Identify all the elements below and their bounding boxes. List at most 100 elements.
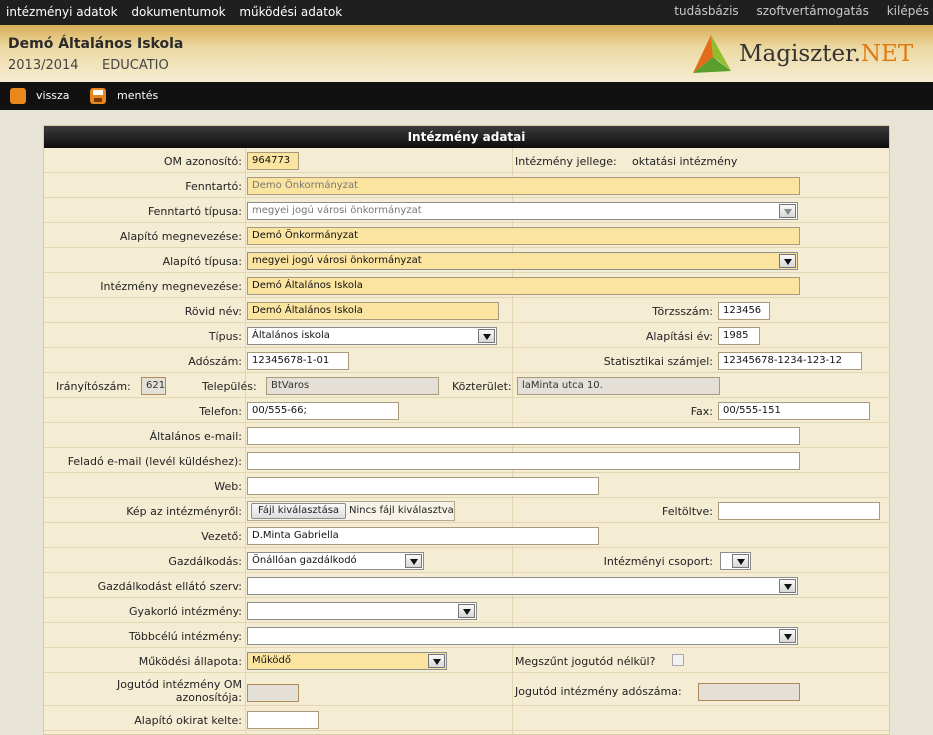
chevron-down-icon[interactable]	[428, 654, 445, 668]
okirat-input[interactable]	[247, 711, 319, 729]
mukodesi-select[interactable]: Működő	[247, 652, 447, 670]
jogutod-ado-input[interactable]	[698, 683, 800, 701]
megszunt-checkbox[interactable]	[672, 654, 684, 666]
nav-intezmenyi-adatok[interactable]: intézményi adatok	[6, 5, 118, 19]
row-fenntarto: Fenntartó: Demo Önkormányzat	[44, 173, 889, 198]
nav-tudasbazis[interactable]: tudásbázis	[674, 4, 738, 18]
intezmeny-nev-label: Intézmény megnevezése:	[100, 280, 242, 293]
irsz-label: Irányítószám:	[56, 380, 131, 393]
nav-dokumentumok[interactable]: dokumentumok	[131, 5, 225, 19]
alapito-input[interactable]: Demó Önkormányzat	[247, 227, 800, 245]
jogutod-ado-label: Jogutód intézmény adószáma:	[515, 685, 682, 698]
chevron-down-icon[interactable]	[405, 554, 422, 568]
jelleg-value: oktatási intézmény	[632, 155, 738, 168]
chevron-down-icon[interactable]	[458, 604, 475, 618]
row-alapito-tipus: Alapító típusa: megyei jogú városi önkor…	[44, 248, 889, 273]
file-choose-button[interactable]: Fájl kiválasztása	[251, 503, 347, 519]
web-input[interactable]	[247, 477, 599, 495]
file-upload: Fájl kiválasztása Nincs fájl kiválasztva	[247, 501, 455, 521]
kozterulet-input[interactable]: laMinta utca 10.	[517, 377, 720, 395]
save-icon[interactable]	[90, 88, 106, 104]
adoszam-label: Adószám:	[188, 355, 242, 368]
tobbcelu-label: Többcélú intézmény:	[128, 630, 242, 643]
torzsszam-label: Törzsszám:	[652, 305, 713, 318]
feltoltve-input[interactable]	[718, 502, 880, 520]
chevron-down-icon[interactable]	[732, 554, 749, 568]
tipus-select[interactable]: Általános iskola	[247, 327, 497, 345]
intezmeny-nev-input[interactable]: Demó Általános Iskola	[247, 277, 800, 295]
school-name: Demó Általános Iskola	[8, 36, 184, 52]
email-input[interactable]	[247, 427, 800, 445]
row-adoszam: Adószám: 12345678-1-01 Statisztikai szám…	[44, 348, 889, 373]
chevron-down-icon[interactable]	[779, 579, 796, 593]
chevron-down-icon[interactable]	[779, 254, 796, 268]
magiszter-logo: Magiszter.NET	[687, 31, 927, 77]
vezeto-input[interactable]: D.Minta Gabriella	[247, 527, 599, 545]
gazdalkodas-label: Gazdálkodás:	[168, 555, 242, 568]
om-label: OM azonosító:	[163, 155, 242, 168]
fenntarto-label: Fenntartó:	[185, 180, 242, 193]
back-button[interactable]: vissza	[36, 89, 70, 102]
alapitasi-ev-label: Alapítási év:	[645, 330, 713, 343]
tipus-label: Típus:	[208, 330, 242, 343]
fax-label: Fax:	[690, 405, 713, 418]
row-jogutod: Jogutód intézmény OM azonosítója: Jogutód…	[44, 673, 889, 706]
jogutod-om-label: Jogutód intézmény OM azonosítója:	[117, 678, 242, 704]
alapitasi-ev-input[interactable]: 1985	[718, 327, 760, 345]
chevron-down-icon[interactable]	[478, 329, 495, 343]
telepules-input[interactable]: BtVaros	[266, 377, 439, 395]
toolbar: vissza mentés	[0, 82, 933, 110]
fenntarto-input[interactable]: Demo Önkormányzat	[247, 177, 800, 195]
felado-email-input[interactable]	[247, 452, 800, 470]
gyakorlo-label: Gyakorló intézmény:	[128, 605, 242, 618]
gazd-szerv-label: Gazdálkodást ellátó szerv:	[97, 580, 242, 593]
gazd-szerv-select[interactable]	[247, 577, 798, 595]
top-nav: intézményi adatok dokumentumok működési …	[0, 0, 933, 25]
fax-input[interactable]: 00/555-151	[718, 402, 870, 420]
adoszam-input[interactable]: 12345678-1-01	[247, 352, 349, 370]
mukodesi-label: Működési állapota:	[138, 655, 242, 668]
row-gazd-szerv: Gazdálkodást ellátó szerv:	[44, 573, 889, 598]
stat-label: Statisztikai számjel:	[603, 355, 713, 368]
nav-kilepes[interactable]: kilépés	[887, 4, 929, 18]
telefon-input[interactable]: 00/555-66;	[247, 402, 399, 420]
back-icon[interactable]	[10, 88, 26, 104]
gazdalkodas-select[interactable]: Önállóan gazdálkodó	[247, 552, 424, 570]
fenntarto-tipus-label: Fenntartó típusa:	[147, 205, 242, 218]
logo-triangle-icon	[693, 35, 731, 73]
row-telefon: Telefon: 00/555-66; Fax: 00/555-151	[44, 398, 889, 423]
row-fenntarto-tipus: Fenntartó típusa: megyei jogú városi önk…	[44, 198, 889, 223]
chevron-down-icon[interactable]	[779, 204, 796, 218]
fenntarto-tipus-select[interactable]: megyei jogú városi önkormányzat	[247, 202, 798, 220]
row-email: Általános e-mail:	[44, 423, 889, 448]
row-tipus: Típus: Általános iskola Alapítási év: 19…	[44, 323, 889, 348]
header: Demó Általános Iskola 2013/2014 EDUCATIO…	[0, 25, 933, 82]
panel-title: Intézmény adatai	[44, 126, 889, 148]
organization-name: EDUCATIO	[102, 58, 169, 73]
megszunt-label: Megszűnt jogutód nélkül?	[515, 655, 656, 668]
tobbcelu-select[interactable]	[247, 627, 798, 645]
jelleg-label: Intézmény jellege:	[515, 155, 617, 168]
om-input[interactable]: 964773	[247, 152, 299, 170]
csoport-select[interactable]	[720, 552, 751, 570]
row-gazdalkodas: Gazdálkodás: Önállóan gazdálkodó Intézmé…	[44, 548, 889, 573]
row-tobbcelu: Többcélú intézmény:	[44, 623, 889, 648]
kozterulet-label: Közterület:	[452, 380, 512, 393]
row-om: OM azonosító: 964773 Intézmény jellege: …	[44, 148, 889, 173]
school-year: 2013/2014	[8, 58, 79, 73]
kep-label: Kép az intézményről:	[126, 505, 242, 518]
alapito-tipus-label: Alapító típusa:	[162, 255, 242, 268]
row-mukodesi: Működési állapota: Működő Megszűnt jogut…	[44, 648, 889, 673]
rovid-nev-input[interactable]: Demó Általános Iskola	[247, 302, 499, 320]
save-button[interactable]: mentés	[117, 89, 158, 102]
torzsszam-input[interactable]: 123456	[718, 302, 770, 320]
irsz-input[interactable]: 6211	[141, 377, 166, 395]
nav-szoftvertamogatas[interactable]: szoftvertámogatás	[757, 4, 869, 18]
nav-mukodesi-adatok[interactable]: működési adatok	[239, 5, 342, 19]
chevron-down-icon[interactable]	[779, 629, 796, 643]
jogutod-om-input[interactable]	[247, 684, 299, 702]
row-cim: Irányítószám: 6211 Település: BtVaros Kö…	[44, 373, 889, 398]
gyakorlo-select[interactable]	[247, 602, 477, 620]
stat-input[interactable]: 12345678-1234-123-12	[718, 352, 862, 370]
alapito-tipus-select[interactable]: megyei jogú városi önkormányzat	[247, 252, 798, 270]
